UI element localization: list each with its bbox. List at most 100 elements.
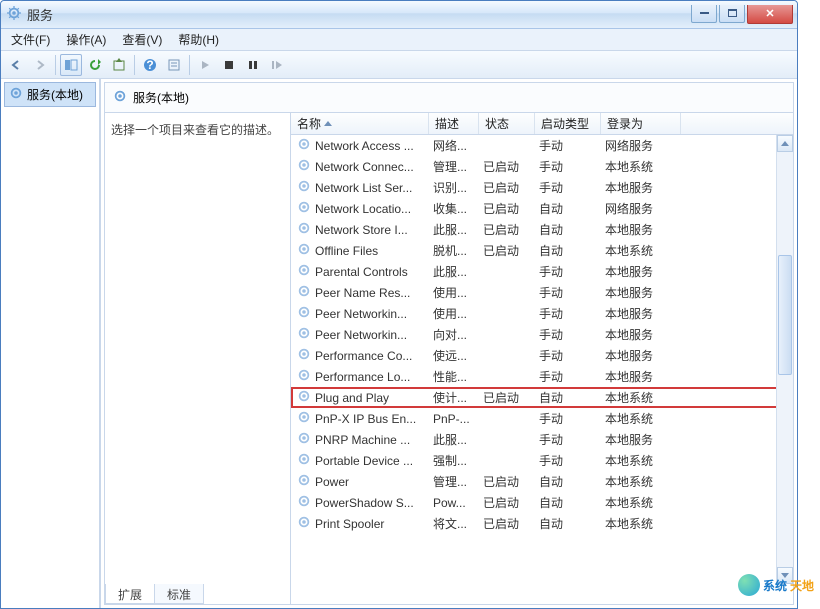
service-row[interactable]: PnP-X IP Bus En...PnP-...手动本地系统	[291, 408, 793, 429]
back-button[interactable]	[5, 54, 27, 76]
service-name-label: Peer Networkin...	[315, 307, 407, 321]
gear-icon	[297, 410, 311, 427]
start-service-button[interactable]	[194, 54, 216, 76]
service-row[interactable]: Parental Controls此服...手动本地服务	[291, 261, 793, 282]
cell-logon: 本地系统	[601, 473, 681, 490]
col-name[interactable]: 名称	[291, 113, 429, 134]
menu-help[interactable]: 帮助(H)	[170, 28, 227, 51]
service-row[interactable]: Network Access ...网络...手动网络服务	[291, 135, 793, 156]
cell-logon: 本地系统	[601, 158, 681, 175]
gear-icon	[297, 242, 311, 259]
pause-service-button[interactable]	[242, 54, 264, 76]
service-row[interactable]: Network Locatio...收集...已启动自动网络服务	[291, 198, 793, 219]
cell-desc: 管理...	[429, 473, 479, 490]
scroll-thumb[interactable]	[778, 255, 792, 375]
cell-logon: 网络服务	[601, 200, 681, 217]
cell-status: 已启动	[479, 179, 535, 196]
cell-name: Network Access ...	[293, 137, 429, 154]
refresh-button[interactable]	[84, 54, 106, 76]
gear-icon	[297, 158, 311, 175]
main-area: 服务(本地) 服务(本地) 选择一个项目来查看它的描述。 名称 描述 状态 启动…	[1, 79, 797, 608]
toolbar: ?	[1, 51, 797, 79]
cell-logon: 本地系统	[601, 515, 681, 532]
cell-logon: 本地系统	[601, 389, 681, 406]
tab-standard[interactable]: 标准	[154, 584, 204, 604]
menu-file[interactable]: 文件(F)	[3, 28, 58, 51]
show-hide-tree-button[interactable]	[60, 54, 82, 76]
col-status[interactable]: 状态	[479, 113, 535, 134]
cell-startup: 手动	[535, 158, 601, 175]
tab-extended[interactable]: 扩展	[105, 584, 155, 604]
service-row[interactable]: Power管理...已启动自动本地系统	[291, 471, 793, 492]
service-name-label: Performance Lo...	[315, 370, 410, 384]
cell-desc: 脱机...	[429, 242, 479, 259]
service-row[interactable]: Network List Ser...识别...已启动手动本地服务	[291, 177, 793, 198]
service-row[interactable]: Print Spooler将文...已启动自动本地系统	[291, 513, 793, 534]
service-row[interactable]: Performance Lo...性能...手动本地服务	[291, 366, 793, 387]
cell-name: Parental Controls	[293, 263, 429, 280]
service-row[interactable]: Offline Files脱机...已启动自动本地系统	[291, 240, 793, 261]
cell-status: 已启动	[479, 494, 535, 511]
cell-logon: 本地服务	[601, 347, 681, 364]
cell-status: 已启动	[479, 158, 535, 175]
maximize-button[interactable]	[719, 5, 745, 23]
service-row[interactable]: Performance Co...使远...手动本地服务	[291, 345, 793, 366]
cell-startup: 自动	[535, 242, 601, 259]
col-desc[interactable]: 描述	[429, 113, 479, 134]
service-name-label: Network Connec...	[315, 160, 414, 174]
cell-name: PNRP Machine ...	[293, 431, 429, 448]
cell-name: Portable Device ...	[293, 452, 429, 469]
tree-node-services-local[interactable]: 服务(本地)	[4, 82, 96, 107]
service-rows: Network Access ...网络...手动网络服务Network Con…	[291, 135, 793, 534]
cell-status: 已启动	[479, 200, 535, 217]
cell-startup: 自动	[535, 200, 601, 217]
description-panel: 选择一个项目来查看它的描述。	[105, 113, 291, 604]
window-controls: ✕	[691, 5, 793, 25]
gear-icon	[297, 389, 311, 406]
restart-service-button[interactable]	[266, 54, 288, 76]
col-startup[interactable]: 启动类型	[535, 113, 601, 134]
cell-desc: 收集...	[429, 200, 479, 217]
service-row[interactable]: PowerShadow S...Pow...已启动自动本地系统	[291, 492, 793, 513]
cell-logon: 本地服务	[601, 431, 681, 448]
cell-startup: 自动	[535, 389, 601, 406]
service-row[interactable]: Network Store I...此服...已启动自动本地服务	[291, 219, 793, 240]
cell-name: PnP-X IP Bus En...	[293, 410, 429, 427]
properties-button[interactable]	[163, 54, 185, 76]
service-row[interactable]: Portable Device ...强制...手动本地系统	[291, 450, 793, 471]
window-title: 服务	[27, 5, 691, 24]
cell-name: Peer Networkin...	[293, 326, 429, 343]
gear-icon	[113, 89, 127, 106]
cell-name: Plug and Play	[293, 389, 429, 406]
service-name-label: Network Store I...	[315, 223, 408, 237]
menu-action[interactable]: 操作(A)	[58, 28, 114, 51]
forward-button[interactable]	[29, 54, 51, 76]
service-row[interactable]: Peer Networkin...向对...手动本地服务	[291, 324, 793, 345]
service-name-label: Network List Ser...	[315, 181, 412, 195]
col-logon[interactable]: 登录为	[601, 113, 681, 134]
service-row[interactable]: PNRP Machine ...此服...手动本地服务	[291, 429, 793, 450]
cell-startup: 手动	[535, 284, 601, 301]
service-row[interactable]: Peer Networkin...使用...手动本地服务	[291, 303, 793, 324]
service-row[interactable]: Plug and Play使计...已启动自动本地系统	[291, 387, 793, 408]
gear-icon	[297, 431, 311, 448]
cell-desc: 网络...	[429, 137, 479, 154]
gear-icon	[297, 326, 311, 343]
cell-name: Performance Lo...	[293, 368, 429, 385]
watermark: 系统天地	[738, 574, 814, 596]
menu-view[interactable]: 查看(V)	[114, 28, 170, 51]
gear-icon	[297, 347, 311, 364]
service-row[interactable]: Peer Name Res...使用...手动本地服务	[291, 282, 793, 303]
service-name-label: Offline Files	[315, 244, 378, 258]
service-row[interactable]: Network Connec...管理...已启动手动本地系统	[291, 156, 793, 177]
stop-service-button[interactable]	[218, 54, 240, 76]
scroll-up-button[interactable]	[777, 135, 793, 152]
minimize-button[interactable]	[691, 5, 717, 23]
cell-name: PowerShadow S...	[293, 494, 429, 511]
help-button[interactable]: ?	[139, 54, 161, 76]
close-button[interactable]: ✕	[747, 5, 793, 24]
cell-logon: 本地服务	[601, 326, 681, 343]
titlebar[interactable]: 服务 ✕	[1, 1, 797, 29]
export-list-button[interactable]	[108, 54, 130, 76]
vertical-scrollbar[interactable]	[776, 135, 793, 584]
